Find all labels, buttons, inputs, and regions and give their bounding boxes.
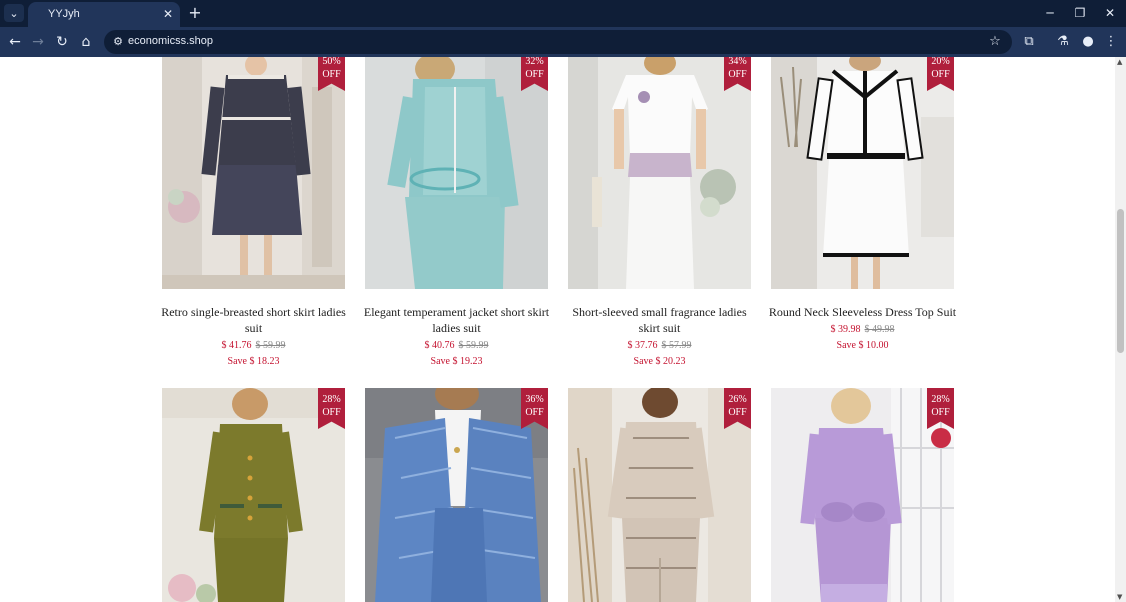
product-image[interactable]: 36% OFF: [365, 388, 548, 602]
home-icon[interactable]: ⌂: [76, 32, 96, 52]
product-image[interactable]: 32% OFF: [365, 57, 548, 289]
close-icon[interactable]: ✕: [163, 6, 173, 22]
discount-percent: 34%: [728, 57, 747, 67]
page-viewport: 50% OFF Retro single-breasted short skir…: [0, 57, 1115, 602]
discount-percent: 20%: [931, 57, 950, 67]
browser-toolbar: ← → ↻ ⌂ ⚙ economicss.shop ☆ ⧉ ⚗ ● ⋮: [0, 27, 1126, 57]
product-image[interactable]: 50% OFF: [162, 57, 345, 289]
savings-text: Save $ 20.23: [633, 356, 686, 367]
product-title[interactable]: Round Neck Sleeveless Dress Top Suit: [765, 304, 960, 320]
discount-off: OFF: [728, 69, 747, 80]
discount-percent: 50%: [322, 57, 341, 67]
discount-off: OFF: [525, 69, 544, 80]
original-price: $ 59.99: [255, 340, 286, 351]
savings-text: Save $ 10.00: [836, 340, 889, 351]
scroll-up-icon[interactable]: ▲: [1117, 58, 1122, 66]
discount-off: OFF: [728, 407, 747, 418]
discount-percent: 28%: [931, 394, 950, 405]
tab-strip: ⌄ YYJyh ✕ + ─ ❐ ✕: [0, 0, 1126, 27]
product-title[interactable]: Short-sleeved small fragrance ladies ski…: [562, 304, 757, 336]
savings-text: Save $ 19.23: [430, 356, 483, 367]
menu-icon[interactable]: ⋮: [1101, 32, 1121, 52]
product-image[interactable]: 28% OFF: [162, 388, 345, 602]
back-icon[interactable]: ←: [5, 32, 25, 52]
reload-icon[interactable]: ↻: [52, 32, 72, 52]
product-image[interactable]: 20% OFF: [771, 57, 954, 289]
address-bar[interactable]: ⚙ economicss.shop ☆: [104, 30, 1012, 54]
original-price: $ 49.98: [864, 324, 895, 335]
sale-price: $ 37.76: [627, 340, 658, 351]
discount-off: OFF: [525, 407, 544, 418]
restore-icon[interactable]: ❐: [1071, 4, 1089, 22]
product-image[interactable]: 28% OFF: [771, 388, 954, 602]
savings-text: Save $ 18.23: [227, 356, 280, 367]
star-icon[interactable]: ☆: [986, 33, 1004, 51]
active-tab[interactable]: YYJyh ✕: [28, 2, 180, 27]
product-prices: $ 41.76 $ 59.99: [162, 338, 345, 354]
close-window-icon[interactable]: ✕: [1101, 4, 1119, 22]
original-price: $ 57.99: [661, 340, 692, 351]
url-text[interactable]: economicss.shop: [128, 35, 213, 47]
sale-price: $ 39.98: [830, 324, 861, 335]
discount-percent: 28%: [322, 394, 341, 405]
product-prices: $ 39.98 $ 49.98: [771, 322, 954, 338]
discount-off: OFF: [322, 407, 341, 418]
discount-percent: 36%: [525, 394, 544, 405]
product-title[interactable]: Retro single-breasted short skirt ladies…: [156, 304, 351, 336]
discount-percent: 26%: [728, 394, 747, 405]
discount-off: OFF: [931, 69, 950, 80]
product-image[interactable]: 34% OFF: [568, 57, 751, 289]
forward-icon[interactable]: →: [28, 32, 48, 52]
product-image[interactable]: 26% OFF: [568, 388, 751, 602]
site-info-icon[interactable]: ⚙: [110, 34, 126, 50]
page-scrollbar[interactable]: ▲ ▼: [1115, 57, 1126, 602]
minimize-icon[interactable]: ─: [1041, 4, 1059, 22]
product-title[interactable]: Elegant temperament jacket short skirt l…: [359, 304, 554, 336]
sale-price: $ 41.76: [221, 340, 252, 351]
extensions-icon[interactable]: ⧉: [1019, 32, 1039, 52]
original-price: $ 59.99: [458, 340, 489, 351]
sale-price: $ 40.76: [424, 340, 455, 351]
tab-title: YYJyh: [48, 8, 80, 20]
discount-off: OFF: [322, 69, 341, 80]
product-prices: $ 40.76 $ 59.99: [365, 338, 548, 354]
discount-percent: 32%: [525, 57, 544, 67]
product-prices: $ 37.76 $ 57.99: [568, 338, 751, 354]
profile-icon[interactable]: ●: [1078, 32, 1098, 52]
plus-icon[interactable]: +: [186, 4, 204, 22]
labs-icon[interactable]: ⚗: [1053, 32, 1073, 52]
discount-off: OFF: [931, 407, 950, 418]
scroll-thumb[interactable]: [1117, 209, 1124, 353]
scroll-down-icon[interactable]: ▼: [1117, 593, 1122, 601]
tab-search-icon[interactable]: ⌄: [4, 4, 24, 22]
